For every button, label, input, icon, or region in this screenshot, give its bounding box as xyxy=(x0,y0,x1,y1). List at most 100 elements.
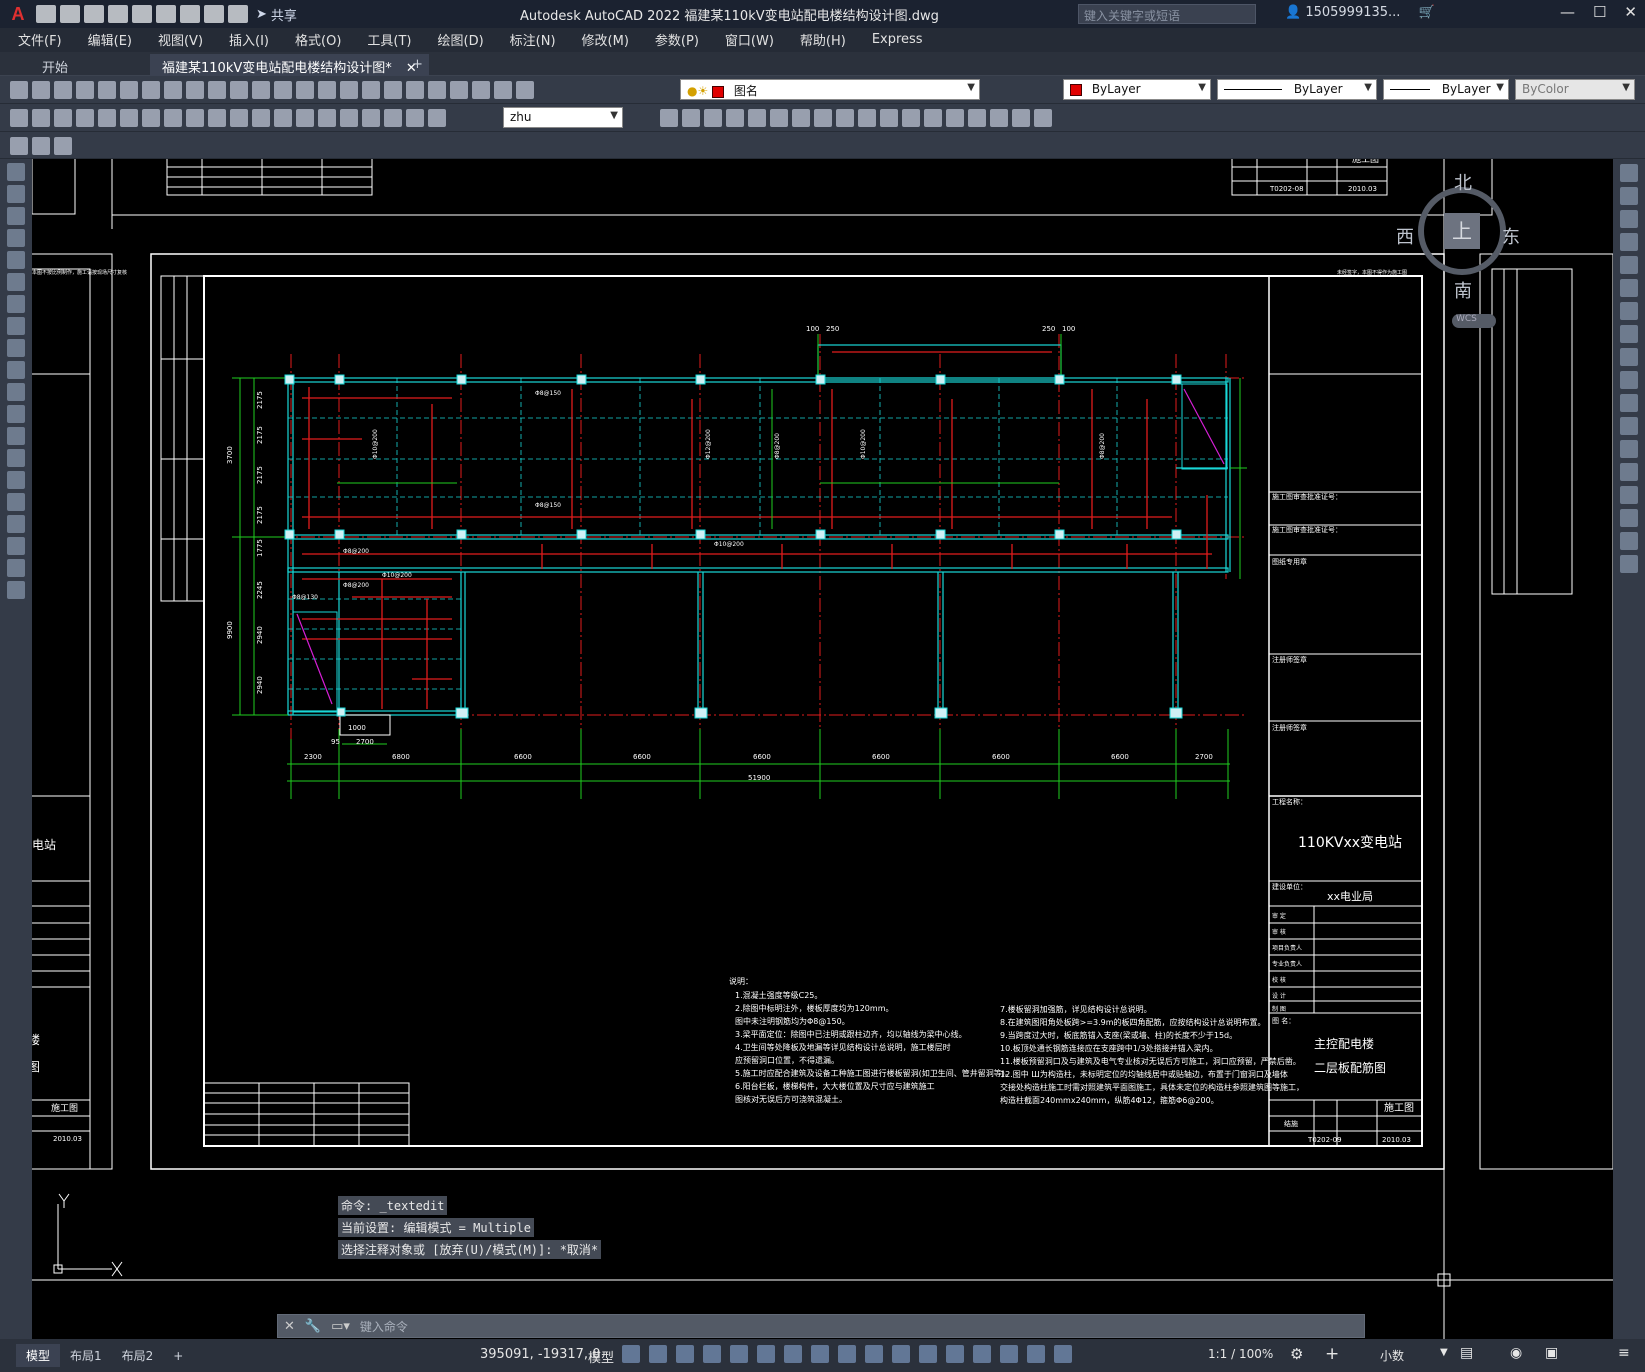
inspect-icon[interactable] xyxy=(340,109,358,127)
tab-document[interactable]: 福建某110kV变电站配电楼结构设计图* ✕ xyxy=(150,54,429,76)
color-dropdown[interactable]: ByLayer ▼ xyxy=(1063,79,1211,100)
mirror-icon[interactable] xyxy=(682,109,700,127)
open-web-icon[interactable] xyxy=(132,5,152,23)
break-dim-icon[interactable] xyxy=(274,109,292,127)
menu-file[interactable]: 文件(F) xyxy=(18,30,62,49)
chamfer-icon[interactable] xyxy=(1620,486,1638,504)
isolate-icon[interactable]: ◉ xyxy=(1510,1345,1522,1361)
erase-icon[interactable] xyxy=(1620,164,1638,182)
menu-format[interactable]: 格式(O) xyxy=(295,30,341,49)
coordinate-readout[interactable]: 395091, -19317, 0 xyxy=(480,1347,600,1362)
rotate-icon[interactable] xyxy=(1620,302,1638,320)
snap-icon[interactable] xyxy=(649,1345,667,1363)
menu-draw[interactable]: 绘图(D) xyxy=(438,30,484,49)
pan-icon[interactable] xyxy=(274,81,292,99)
offset-icon[interactable] xyxy=(704,109,722,127)
save-as-icon[interactable] xyxy=(108,5,128,23)
circle-icon[interactable] xyxy=(7,295,25,313)
model-space-toggle[interactable]: 模型 xyxy=(588,1347,614,1366)
center-mark-icon[interactable] xyxy=(318,109,336,127)
ungroup-icon[interactable] xyxy=(1034,109,1052,127)
new-icon[interactable] xyxy=(36,5,56,23)
blend-icon[interactable] xyxy=(1620,532,1638,550)
grid-icon[interactable] xyxy=(622,1345,640,1363)
jogged-dim-icon[interactable] xyxy=(120,109,138,127)
linetype-dropdown[interactable]: ByLayer ▼ xyxy=(1217,79,1377,100)
help-icon[interactable] xyxy=(494,81,512,99)
undo-icon[interactable] xyxy=(204,5,224,23)
ellipse-icon[interactable] xyxy=(7,361,25,379)
block-icon[interactable] xyxy=(10,137,28,155)
menu-view[interactable]: 视图(V) xyxy=(158,30,203,49)
copy-icon[interactable] xyxy=(164,81,182,99)
menu-insert[interactable]: 插入(I) xyxy=(229,30,269,49)
paste-icon[interactable] xyxy=(186,81,204,99)
save-icon[interactable] xyxy=(84,5,104,23)
dim-edit-icon[interactable] xyxy=(384,109,402,127)
markup-icon[interactable] xyxy=(450,81,468,99)
ordinate-dim-icon[interactable] xyxy=(76,109,94,127)
polyline-icon[interactable] xyxy=(7,207,25,225)
insert-block-icon[interactable] xyxy=(7,405,25,423)
break-point-icon[interactable] xyxy=(1620,417,1638,435)
close-icon[interactable]: ✕ xyxy=(1624,3,1637,21)
layer-icon[interactable] xyxy=(516,81,534,99)
undo-icon[interactable] xyxy=(230,81,248,99)
publish-icon[interactable] xyxy=(120,81,138,99)
new-icon[interactable] xyxy=(10,81,28,99)
osnap-track-icon[interactable] xyxy=(811,1345,829,1363)
attribute-icon[interactable] xyxy=(32,137,50,155)
arc-dim-icon[interactable] xyxy=(54,109,72,127)
compass-west[interactable]: 西 xyxy=(1396,223,1414,249)
dim-update-icon[interactable] xyxy=(428,109,446,127)
xref-icon[interactable] xyxy=(54,137,72,155)
lineweight-icon[interactable] xyxy=(865,1345,883,1363)
menu-parametric[interactable]: 参数(P) xyxy=(655,30,699,49)
search-input[interactable]: 键入关键字或短语 xyxy=(1078,4,1256,24)
ortho-icon[interactable] xyxy=(730,1345,748,1363)
infer-icon[interactable] xyxy=(676,1345,694,1363)
ellipse-arc-icon[interactable] xyxy=(7,383,25,401)
print-icon[interactable] xyxy=(76,81,94,99)
command-line[interactable]: ✕ 🔧 ▭▾ 键入命令 xyxy=(277,1314,1365,1338)
viewcube[interactable]: 上 北 南 东 西 xyxy=(1396,169,1522,309)
continue-dim-icon[interactable] xyxy=(230,109,248,127)
revcloud-icon[interactable] xyxy=(7,317,25,335)
polygon-icon[interactable] xyxy=(7,229,25,247)
redo-icon[interactable] xyxy=(228,5,248,23)
command-close-icon[interactable]: ✕ xyxy=(284,1319,295,1334)
selection-cycle-icon[interactable] xyxy=(919,1345,937,1363)
minimize-icon[interactable]: — xyxy=(1560,3,1575,21)
mtext-icon[interactable] xyxy=(7,559,25,577)
zoom-prev-icon[interactable] xyxy=(340,81,358,99)
add-selected-icon[interactable] xyxy=(7,581,25,599)
explode-icon[interactable] xyxy=(1620,555,1638,573)
gradient-icon[interactable] xyxy=(7,493,25,511)
explode-icon[interactable] xyxy=(968,109,986,127)
fillet-icon[interactable] xyxy=(1620,509,1638,527)
new-tab-button[interactable]: + xyxy=(400,54,435,76)
wcs-menu[interactable]: WCS xyxy=(1452,314,1496,328)
command-input[interactable]: 键入命令 xyxy=(360,1318,408,1335)
space-dim-icon[interactable] xyxy=(252,109,270,127)
menu-tools[interactable]: 工具(T) xyxy=(367,30,411,49)
break-icon[interactable] xyxy=(1620,440,1638,458)
stretch-icon[interactable] xyxy=(814,109,832,127)
gear-icon[interactable]: ⚙ xyxy=(1290,1345,1303,1363)
transparency-icon[interactable] xyxy=(892,1345,910,1363)
add-layout-button[interactable]: + xyxy=(163,1346,193,1366)
sheet-set-icon[interactable] xyxy=(428,81,446,99)
diameter-dim-icon[interactable] xyxy=(142,109,160,127)
hatch-icon[interactable] xyxy=(7,471,25,489)
join-icon[interactable] xyxy=(902,109,920,127)
extend-icon[interactable] xyxy=(858,109,876,127)
group-icon[interactable] xyxy=(1012,109,1030,127)
dimstyle-dropdown[interactable]: zhu ▼ xyxy=(503,107,623,128)
aligned-dim-icon[interactable] xyxy=(32,109,50,127)
menu-modify[interactable]: 修改(M) xyxy=(582,30,629,49)
join-icon[interactable] xyxy=(1620,463,1638,481)
tolerance-icon[interactable] xyxy=(296,109,314,127)
copy-icon[interactable] xyxy=(1620,187,1638,205)
linear-dim-icon[interactable] xyxy=(10,109,28,127)
spline-icon[interactable] xyxy=(7,339,25,357)
